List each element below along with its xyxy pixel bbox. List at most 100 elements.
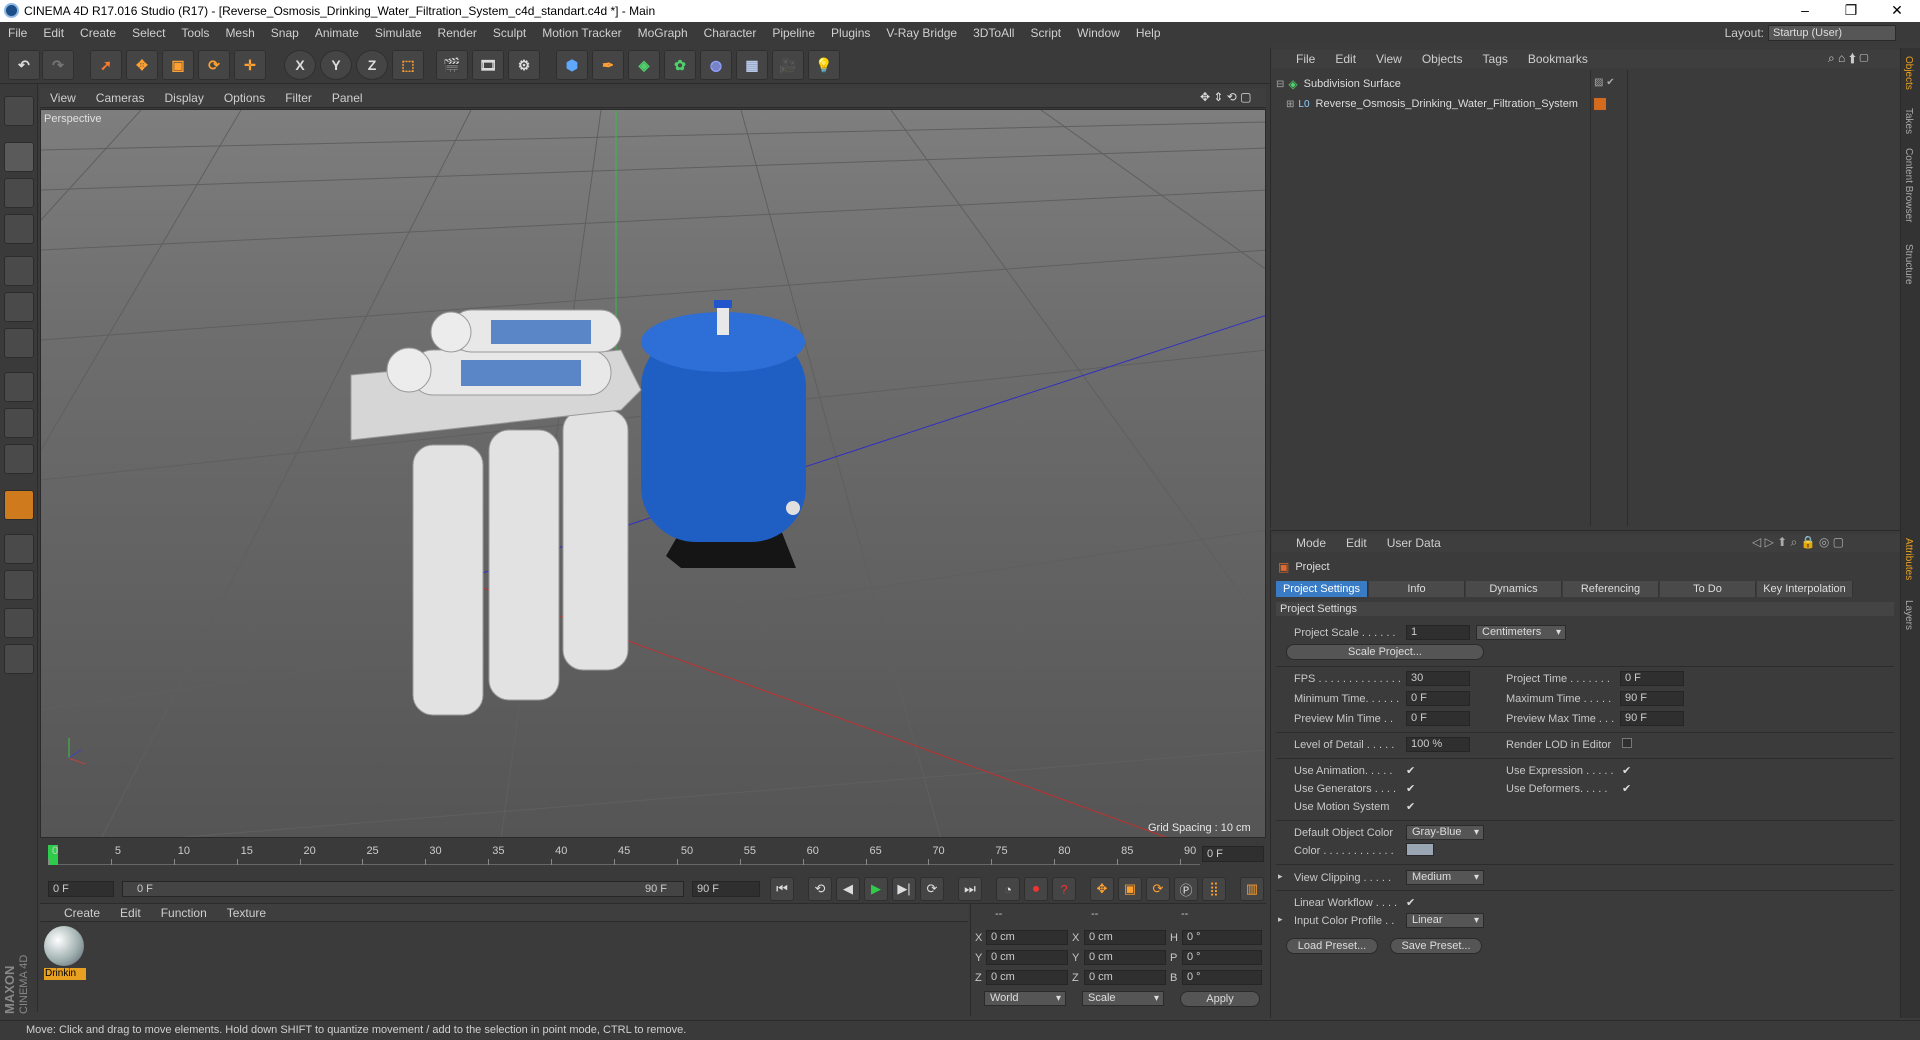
select-arrow-icon[interactable]: ➚ — [90, 50, 122, 80]
preview-range-slider[interactable]: 0 F 90 F — [122, 881, 684, 897]
coord-size-x-field[interactable]: 0 cm — [1084, 930, 1166, 945]
menu-edit[interactable]: Edit — [35, 22, 72, 44]
menu-3dtoall[interactable]: 3DToAll — [965, 22, 1022, 44]
coord-pos-z-field[interactable]: 0 cm — [986, 970, 1068, 985]
load-preset-button[interactable]: Load Preset... — [1286, 938, 1378, 954]
menu-file[interactable]: File — [0, 22, 35, 44]
menu-motion-tracker[interactable]: Motion Tracker — [534, 22, 629, 44]
input-profile-expand-icon[interactable]: ▸ — [1278, 914, 1283, 925]
visibility-toggle-icon[interactable]: ▨ ✔ — [1594, 77, 1615, 88]
material-menu-texture[interactable]: Texture — [217, 903, 276, 923]
light-icon[interactable]: 💡 — [808, 50, 840, 80]
deformer-icon[interactable]: ◍ — [700, 50, 732, 80]
material-tag-icon[interactable] — [1594, 98, 1606, 110]
object-menu-view[interactable]: View — [1366, 49, 1412, 69]
viewport-menu-view[interactable]: View — [40, 88, 86, 108]
object-search-icon[interactable]: ⌕ ⌂ ⬆ ▢ — [1828, 51, 1869, 66]
tab-project-settings[interactable]: Project Settings — [1276, 581, 1368, 597]
material-menu-edit[interactable]: Edit — [110, 903, 151, 923]
object-menu-edit[interactable]: Edit — [1325, 49, 1366, 69]
min-time-field[interactable]: 0 F — [1406, 691, 1470, 706]
side-tab-attributes[interactable]: Attributes — [1903, 538, 1914, 580]
scale-tool-icon[interactable]: ▣ — [162, 50, 194, 80]
render-picture-viewer-icon[interactable]: 🎞 — [472, 50, 504, 80]
fps-field[interactable]: 30 — [1406, 671, 1470, 686]
make-editable-icon[interactable] — [4, 96, 34, 126]
object-row-filtration-system[interactable]: ⊞ L0 Reverse_Osmosis_Drinking_Water_Filt… — [1286, 96, 1588, 112]
coord-size-y-field[interactable]: 0 cm — [1084, 950, 1166, 965]
tab-referencing[interactable]: Referencing — [1563, 581, 1659, 597]
coord-rot-b-field[interactable]: 0 ° — [1182, 970, 1262, 985]
keyframe-selection-icon[interactable]: ? — [1052, 877, 1076, 901]
viewport-menu-filter[interactable]: Filter — [275, 88, 322, 108]
object-menu-bookmarks[interactable]: Bookmarks — [1518, 49, 1598, 69]
lod-field[interactable]: 100 % — [1406, 737, 1470, 752]
step-forward-icon[interactable]: ▶| — [892, 877, 916, 901]
menu-sculpt[interactable]: Sculpt — [485, 22, 534, 44]
key-position-icon[interactable]: ✥ — [1090, 877, 1114, 901]
key-scale-icon[interactable]: ▣ — [1118, 877, 1142, 901]
menu-script[interactable]: Script — [1022, 22, 1069, 44]
project-time-field[interactable]: 0 F — [1620, 671, 1684, 686]
autokey-icon[interactable]: ⏺ — [1024, 877, 1048, 901]
render-lod-checkbox[interactable] — [1622, 738, 1632, 748]
coord-mode-select[interactable]: Scale — [1082, 991, 1164, 1006]
floor-scene-icon[interactable]: ▦ — [736, 50, 768, 80]
redo-icon[interactable]: ↷ — [42, 50, 74, 80]
end-frame-field[interactable]: 90 F — [692, 881, 760, 897]
coord-size-z-field[interactable]: 0 cm — [1084, 970, 1166, 985]
timeline-ruler[interactable]: 0 5 10 15 20 25 30 35 40 45 50 55 60 65 70 75 80 85 90 0 F — [40, 840, 1266, 874]
points-mode-icon[interactable] — [4, 256, 34, 286]
max-time-field[interactable]: 90 F — [1620, 691, 1684, 706]
viewport-menu-panel[interactable]: Panel — [322, 88, 373, 108]
menu-simulate[interactable]: Simulate — [367, 22, 430, 44]
use-motion-system-checkbox[interactable]: ✔ — [1406, 800, 1415, 813]
timeline-track[interactable]: 0 5 10 15 20 25 30 35 40 45 50 55 60 65 70 75 80 85 90 — [48, 845, 1200, 865]
material-menu-create[interactable]: Create — [40, 903, 110, 923]
coord-pos-x-field[interactable]: 0 cm — [986, 930, 1068, 945]
pen-spline-icon[interactable]: ✒ — [592, 50, 624, 80]
attr-menu-mode[interactable]: Mode — [1272, 533, 1336, 553]
object-menu-tags[interactable]: Tags — [1473, 49, 1518, 69]
object-menu-objects[interactable]: Objects — [1412, 49, 1473, 69]
3d-viewport[interactable] — [40, 109, 1266, 838]
python-console-icon[interactable] — [4, 644, 34, 674]
solo-mode-icon[interactable] — [4, 444, 34, 474]
menu-tools[interactable]: Tools — [173, 22, 217, 44]
material-thumbnail[interactable]: Drinkin — [44, 926, 86, 982]
start-frame-field[interactable]: 0 F — [48, 881, 114, 897]
project-scale-field[interactable]: 1 — [1406, 625, 1470, 640]
layout-select[interactable]: Startup (User) — [1768, 25, 1896, 41]
side-tab-layers[interactable]: Layers — [1903, 600, 1914, 630]
tab-info[interactable]: Info — [1369, 581, 1465, 597]
side-tab-structure[interactable]: Structure — [1903, 244, 1914, 285]
goto-end-icon[interactable]: ⏭ — [958, 877, 982, 901]
render-view-icon[interactable]: 🎬 — [436, 50, 468, 80]
workplane-mode-icon[interactable] — [4, 214, 34, 244]
goto-prev-key-icon[interactable]: ⟲ — [808, 877, 832, 901]
close-button[interactable]: ✕ — [1874, 0, 1920, 22]
preview-max-field[interactable]: 90 F — [1620, 711, 1684, 726]
menu-character[interactable]: Character — [696, 22, 765, 44]
camera-icon[interactable]: 🎥 — [772, 50, 804, 80]
attr-menu-user-data[interactable]: User Data — [1377, 533, 1451, 553]
side-tab-content-browser[interactable]: Content Browser — [1903, 148, 1914, 222]
current-frame-field[interactable]: 0 F — [1202, 846, 1264, 862]
expand-toggle-icon[interactable]: ⊞ — [1286, 99, 1294, 110]
coord-rot-h-field[interactable]: 0 ° — [1182, 930, 1262, 945]
menu-mograph[interactable]: MoGraph — [630, 22, 696, 44]
coordinate-system-icon[interactable]: ⬚ — [392, 50, 424, 80]
coord-rot-p-field[interactable]: 0 ° — [1182, 950, 1262, 965]
polygons-mode-icon[interactable] — [4, 328, 34, 358]
move-tool-icon[interactable]: ✥ — [126, 50, 158, 80]
use-animation-checkbox[interactable]: ✔ — [1406, 764, 1415, 777]
recent-tool-icon[interactable]: ✛ — [234, 50, 266, 80]
minimize-button[interactable]: – — [1782, 0, 1828, 22]
key-parameter-icon[interactable]: Ⓟ — [1174, 877, 1198, 901]
record-keys-icon[interactable]: ◔ — [996, 877, 1020, 901]
menu-select[interactable]: Select — [124, 22, 173, 44]
rotate-tool-icon[interactable]: ⟳ — [198, 50, 230, 80]
scale-project-button[interactable]: Scale Project... — [1286, 644, 1484, 660]
y-axis-lock-button[interactable]: Y — [320, 50, 352, 80]
cloner-icon[interactable]: ✿ — [664, 50, 696, 80]
